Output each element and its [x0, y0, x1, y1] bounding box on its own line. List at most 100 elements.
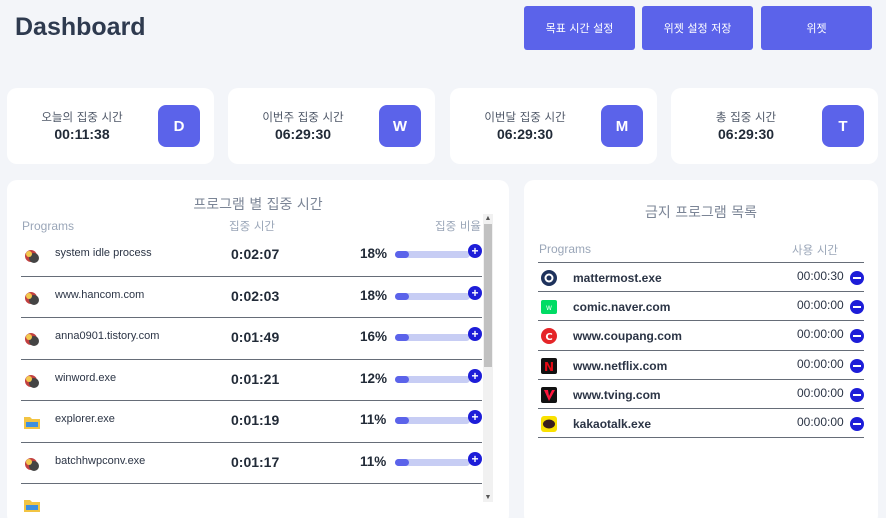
stat-badge: D	[158, 105, 200, 147]
add-to-blocked-button[interactable]: +	[468, 244, 482, 258]
naver-webtoon-icon: W	[540, 298, 558, 316]
list-item: mattermost.exe 00:00:30	[538, 263, 864, 293]
remove-blocked-button[interactable]	[850, 358, 864, 373]
usage-time: 00:00:00	[797, 415, 844, 429]
focus-ratio-fill	[395, 375, 409, 383]
app-icon	[23, 289, 40, 305]
svg-text:C: C	[545, 332, 552, 343]
folder-icon	[23, 413, 40, 429]
stat-label: 총 집중 시간	[715, 110, 777, 124]
app-icon	[23, 372, 40, 388]
stat-label: 이번주 집중 시간	[262, 110, 344, 124]
table-row: explorer.exe 0:01:19 11% +	[21, 401, 482, 443]
widget-button[interactable]: 위젯	[761, 6, 872, 50]
focus-time: 0:01:21	[231, 370, 280, 387]
program-name: explorer.exe	[55, 413, 115, 425]
focus-percent: 18%	[360, 246, 388, 261]
focus-percent: 16%	[360, 329, 388, 344]
app-icon	[23, 455, 40, 471]
usage-time: 00:00:00	[797, 385, 844, 400]
stat-badge: W	[379, 105, 421, 147]
remove-blocked-button[interactable]	[850, 300, 864, 315]
column-header-programs: Programs	[22, 219, 75, 233]
stat-badge: M	[601, 105, 643, 147]
usage-time: 00:00:00	[797, 356, 844, 371]
scrollbar[interactable]: ▲ ▼	[483, 214, 493, 502]
kakaotalk-icon	[540, 415, 558, 433]
blocked-program-name: kakaotalk.exe	[573, 417, 652, 431]
blocked-program-name: www.netflix.com	[573, 358, 668, 373]
stat-card-weekly: 이번주 집중 시간 06:29:30 W	[228, 88, 435, 164]
usage-time: 00:00:00	[797, 298, 844, 313]
goal-time-button[interactable]: 목표 시간 설정	[524, 6, 635, 50]
focus-ratio-bar	[395, 375, 470, 383]
usage-time: 00:00:30	[797, 269, 844, 283]
svg-text:W: W	[546, 305, 552, 312]
add-to-blocked-button[interactable]: +	[468, 451, 482, 466]
focus-time: 0:02:03	[231, 287, 280, 304]
list-item: Nwww.netflix.com 00:00:00	[538, 351, 864, 380]
remove-blocked-button[interactable]	[850, 329, 864, 344]
stat-card-total: 총 집중 시간 06:29:30 T	[671, 88, 878, 164]
add-to-blocked-button[interactable]: +	[468, 327, 482, 341]
column-header-usage-time: 사용 시간	[792, 243, 838, 257]
scroll-down-arrow[interactable]: ▼	[483, 493, 493, 502]
save-widget-settings-button[interactable]: 위젯 설정 저장	[642, 6, 753, 50]
scroll-up-arrow[interactable]: ▲	[483, 214, 493, 223]
add-to-blocked-button[interactable]: +	[468, 410, 482, 424]
coupang-icon: C	[540, 327, 558, 345]
focus-percent: 11%	[360, 453, 387, 469]
blocked-program-name: mattermost.exe	[573, 271, 662, 285]
focus-ratio-fill	[395, 292, 409, 300]
list-item: www.tving.com 00:00:00	[538, 380, 864, 409]
focus-ratio-bar	[395, 458, 470, 466]
focus-ratio-fill	[395, 458, 409, 466]
list-item: kakaotalk.exe 00:00:00	[538, 409, 864, 439]
focus-ratio-fill	[395, 334, 409, 341]
stat-value: 00:11:38	[54, 126, 110, 142]
mattermost-icon	[540, 269, 558, 287]
table-row: winword.exe 0:01:21 12% +	[21, 360, 482, 401]
program-focus-panel: 프로그램 별 집중 시간 Programs 집중 시간 집중 비율 system…	[7, 180, 509, 518]
remove-blocked-button[interactable]	[850, 387, 864, 402]
stat-card-daily: 오늘의 집중 시간 00:11:38 D	[7, 88, 214, 164]
program-name: batchhwpconv.exe	[55, 454, 146, 467]
focus-time: 0:01:17	[231, 453, 280, 470]
blocked-programs-panel: 금지 프로그램 목록 Programs 사용 시간 mattermost.exe…	[524, 180, 878, 518]
scroll-thumb[interactable]	[484, 224, 492, 367]
focus-percent: 18%	[360, 287, 388, 303]
remove-blocked-button[interactable]	[850, 271, 864, 285]
usage-time: 00:00:00	[797, 327, 844, 342]
table-row: www.hancom.com 0:02:03 18% +	[21, 277, 482, 318]
remove-blocked-button[interactable]	[850, 417, 864, 431]
list-item: Cwww.coupang.com 00:00:00	[538, 321, 864, 351]
panel-title: 금지 프로그램 목록	[645, 205, 757, 221]
focus-percent: 12%	[360, 370, 388, 386]
svg-text:N: N	[544, 360, 554, 374]
table-row	[21, 484, 482, 518]
stat-value: 06:29:30	[496, 126, 554, 142]
stat-value: 06:29:30	[274, 126, 332, 142]
tving-icon	[540, 386, 558, 404]
program-name: winword.exe	[55, 371, 117, 384]
table-row: anna0901.tistory.com 0:01:49 16% +	[21, 318, 482, 360]
program-name: system idle process	[55, 247, 152, 259]
program-name: www.hancom.com	[55, 288, 145, 301]
focus-time: 0:02:07	[231, 246, 280, 262]
focus-ratio-bar	[395, 417, 470, 424]
stat-badge: T	[822, 105, 864, 147]
page-title: Dashboard	[15, 13, 146, 41]
stat-label: 오늘의 집중 시간	[41, 110, 123, 124]
add-to-blocked-button[interactable]: +	[468, 285, 482, 300]
column-header-programs: Programs	[539, 242, 592, 256]
focus-ratio-fill	[395, 251, 409, 258]
focus-ratio-bar	[395, 292, 470, 300]
column-header-ratio: 집중 비율	[435, 219, 481, 233]
stat-value: 06:29:30	[717, 126, 775, 142]
stat-card-monthly: 이번달 집중 시간 06:29:30 M	[450, 88, 657, 164]
blocked-program-name: www.tving.com	[573, 387, 661, 402]
stat-label: 이번달 집중 시간	[484, 110, 566, 124]
blocked-program-name: www.coupang.com	[573, 329, 682, 344]
add-to-blocked-button[interactable]: +	[468, 368, 482, 383]
table-row: batchhwpconv.exe 0:01:17 11% +	[21, 443, 482, 484]
